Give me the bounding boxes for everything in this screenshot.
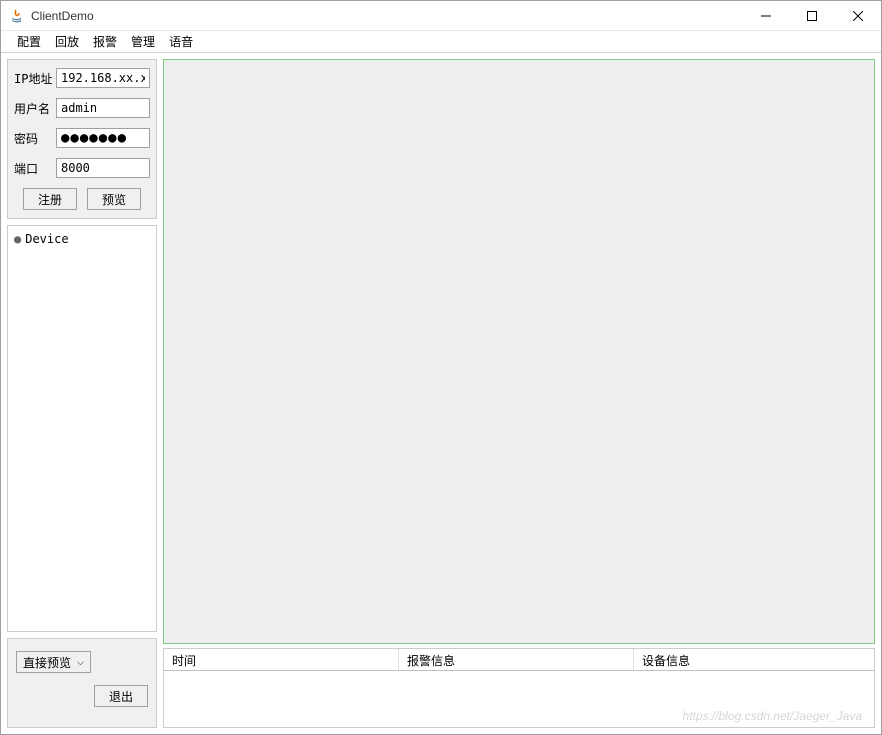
bottom-left-panel: 直接预览 ⌵ 退出 <box>7 638 157 728</box>
ip-label: IP地址 <box>14 70 56 87</box>
app-window: ClientDemo 配置 回放 报警 管理 语音 IP地址 <box>0 0 882 735</box>
maximize-button[interactable] <box>789 1 835 31</box>
device-tree[interactable]: ● Device <box>7 225 157 632</box>
login-config-box: IP地址 用户名 密码 端口 注册 预览 <box>7 59 157 219</box>
window-title: ClientDemo <box>31 9 743 23</box>
titlebar: ClientDemo <box>1 1 881 31</box>
minimize-button[interactable] <box>743 1 789 31</box>
right-panel: 时间 报警信息 设备信息 <box>163 59 875 728</box>
register-button[interactable]: 注册 <box>23 188 77 210</box>
java-icon <box>9 8 25 24</box>
preview-button[interactable]: 预览 <box>87 188 141 210</box>
username-input[interactable] <box>56 98 150 118</box>
alarm-table: 时间 报警信息 设备信息 <box>163 648 875 728</box>
port-input[interactable] <box>56 158 150 178</box>
tree-root-item[interactable]: ● Device <box>14 232 150 246</box>
tree-bullet-icon: ● <box>14 232 21 246</box>
port-label: 端口 <box>14 160 56 177</box>
ip-input[interactable] <box>56 68 150 88</box>
password-label: 密码 <box>14 130 56 147</box>
table-header: 时间 报警信息 设备信息 <box>164 649 874 671</box>
menu-manage[interactable]: 管理 <box>127 31 159 52</box>
menu-voice[interactable]: 语音 <box>165 31 197 52</box>
username-label: 用户名 <box>14 100 56 117</box>
exit-button[interactable]: 退出 <box>94 685 148 707</box>
close-button[interactable] <box>835 1 881 31</box>
column-device[interactable]: 设备信息 <box>634 649 874 671</box>
password-input[interactable] <box>56 128 150 148</box>
menu-config[interactable]: 配置 <box>13 31 45 52</box>
window-controls <box>743 1 881 31</box>
left-panel: IP地址 用户名 密码 端口 注册 预览 <box>7 59 157 728</box>
chevron-down-icon: ⌵ <box>77 657 84 668</box>
preview-mode-select[interactable]: 直接预览 ⌵ <box>16 651 91 673</box>
tree-root-label: Device <box>25 232 68 246</box>
menu-playback[interactable]: 回放 <box>51 31 83 52</box>
column-time[interactable]: 时间 <box>164 649 399 671</box>
preview-mode-label: 直接预览 <box>23 654 71 671</box>
menu-alarm[interactable]: 报警 <box>89 31 121 52</box>
main-content: IP地址 用户名 密码 端口 注册 预览 <box>1 53 881 734</box>
menubar: 配置 回放 报警 管理 语音 <box>1 31 881 53</box>
video-preview-area <box>163 59 875 644</box>
column-alarm[interactable]: 报警信息 <box>399 649 634 671</box>
